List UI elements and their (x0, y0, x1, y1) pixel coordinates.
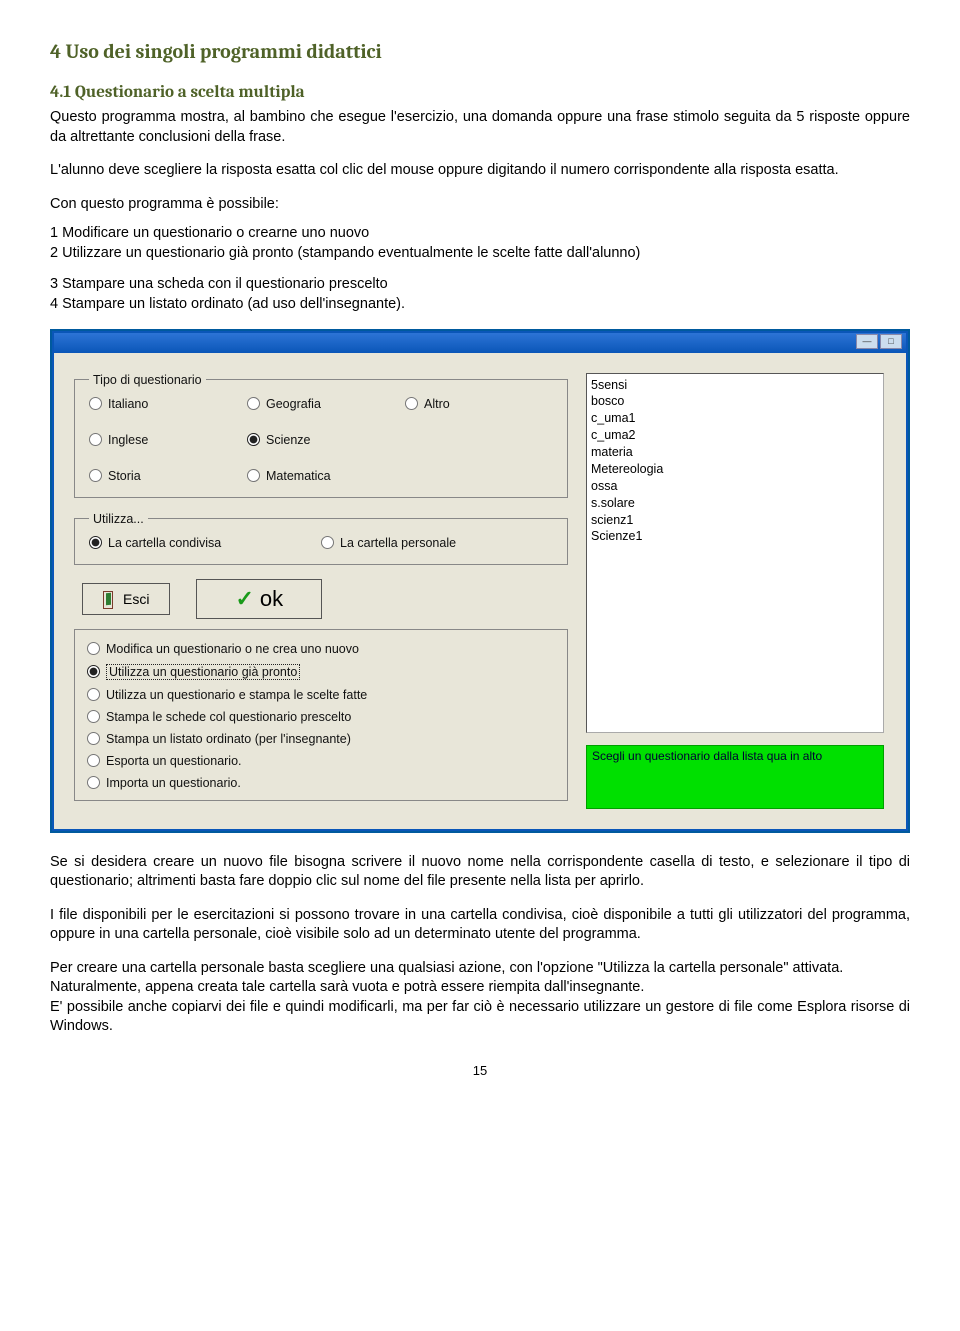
hint-box: Scegli un questionario dalla lista qua i… (586, 745, 884, 809)
page-heading: 4 Uso dei singoli programmi didattici (50, 40, 910, 63)
radio-input[interactable] (87, 732, 100, 745)
radio-label: Esporta un questionario. (106, 754, 242, 768)
window-titlebar: — □ (54, 333, 906, 353)
list-item[interactable]: scienz1 (591, 512, 879, 529)
list-item[interactable]: s.solare (591, 495, 879, 512)
list-item: 2 Utilizzare un questionario già pronto … (50, 244, 910, 264)
radio-label: Matematica (266, 469, 331, 483)
list-item[interactable]: materia (591, 444, 879, 461)
page-number: 15 (50, 1063, 910, 1078)
list-item[interactable]: Scienze1 (591, 528, 879, 545)
radio-label: La cartella condivisa (108, 536, 221, 550)
group-legend: Utilizza... (89, 512, 148, 526)
utilizza-group: Utilizza... La cartella condivisa La car… (74, 512, 568, 565)
radio-action-stampa-listato[interactable]: Stampa un listato ordinato (per l'insegn… (87, 728, 555, 750)
radio-input[interactable] (247, 433, 260, 446)
paragraph: E' possibile anche copiarvi dei file e q… (50, 998, 910, 1037)
radio-label: Importa un questionario. (106, 776, 241, 790)
radio-label: Utilizza un questionario e stampa le sce… (106, 688, 367, 702)
radio-label: Modifica un questionario o ne crea uno n… (106, 642, 359, 656)
radio-label: Stampa le schede col questionario presce… (106, 710, 351, 724)
radio-action-esporta[interactable]: Esporta un questionario. (87, 750, 555, 772)
radio-label: Stampa un listato ordinato (per l'insegn… (106, 732, 351, 746)
list-item[interactable]: c_uma1 (591, 410, 879, 427)
paragraph: Questo programma mostra, al bambino che … (50, 108, 910, 147)
radio-input[interactable] (247, 469, 260, 482)
radio-inglese[interactable]: Inglese (89, 433, 237, 447)
radio-label: Inglese (108, 433, 148, 447)
button-label: Esci (123, 591, 149, 607)
list-item[interactable]: Metereologia (591, 461, 879, 478)
radio-label: Scienze (266, 433, 310, 447)
radio-italiano[interactable]: Italiano (89, 397, 237, 411)
paragraph: I file disponibili per le esercitazioni … (50, 906, 910, 945)
radio-action-modifica[interactable]: Modifica un questionario o ne crea uno n… (87, 638, 555, 660)
radio-action-importa[interactable]: Importa un questionario. (87, 772, 555, 794)
radio-input[interactable] (87, 776, 100, 789)
radio-input[interactable] (247, 397, 260, 410)
radio-label: Geografia (266, 397, 321, 411)
radio-label: Utilizza un questionario già pronto (109, 665, 297, 679)
radio-input[interactable] (89, 433, 102, 446)
esci-button[interactable]: Esci (82, 583, 170, 615)
radio-action-stampa-schede[interactable]: Stampa le schede col questionario presce… (87, 706, 555, 728)
radio-input[interactable] (87, 710, 100, 723)
radio-matematica[interactable]: Matematica (247, 469, 395, 483)
paragraph: Con questo programma è possibile: (50, 195, 910, 215)
group-legend: Tipo di questionario (89, 373, 206, 387)
tipo-questionario-group: Tipo di questionario Italiano Geografia … (74, 373, 568, 498)
list-item[interactable]: bosco (591, 393, 879, 410)
list-item[interactable]: c_uma2 (591, 427, 879, 444)
paragraph: Naturalmente, appena creata tale cartell… (50, 978, 910, 998)
radio-action-utilizza-stampa[interactable]: Utilizza un questionario e stampa le sce… (87, 684, 555, 706)
radio-input[interactable] (87, 665, 100, 678)
radio-label: La cartella personale (340, 536, 456, 550)
radio-cartella-personale[interactable]: La cartella personale (321, 536, 553, 550)
list-item: 4 Stampare un listato ordinato (ad uso d… (50, 295, 910, 315)
radio-storia[interactable]: Storia (89, 469, 237, 483)
hint-text: Scegli un questionario dalla lista qua i… (592, 749, 822, 763)
radio-input[interactable] (89, 469, 102, 482)
paragraph: L'alunno deve scegliere la risposta esat… (50, 161, 910, 181)
list-item[interactable]: 5sensi (591, 377, 879, 394)
radio-geografia[interactable]: Geografia (247, 397, 395, 411)
check-icon: ✓ (235, 588, 253, 610)
file-listbox[interactable]: 5sensiboscoc_uma1c_uma2materiaMetereolog… (586, 373, 884, 733)
paragraph: Se si desidera creare un nuovo file biso… (50, 853, 910, 892)
radio-label: Italiano (108, 397, 148, 411)
radio-cartella-condivisa[interactable]: La cartella condivisa (89, 536, 321, 550)
window-maximize-button[interactable]: □ (880, 334, 902, 349)
list-item: 1 Modificare un questionario o crearne u… (50, 224, 910, 244)
radio-action-utilizza-pronto[interactable]: Utilizza un questionario già pronto (87, 660, 555, 684)
ok-button[interactable]: ✓ ok (196, 579, 322, 619)
radio-input[interactable] (321, 536, 334, 549)
radio-altro[interactable]: Altro (405, 397, 553, 411)
app-window: — □ Tipo di questionario Italiano Geogra… (50, 329, 910, 833)
window-minimize-button[interactable]: — (856, 334, 878, 349)
radio-scienze[interactable]: Scienze (247, 433, 395, 447)
paragraph: Per creare una cartella personale basta … (50, 959, 910, 979)
exit-icon (103, 591, 117, 607)
radio-input[interactable] (87, 642, 100, 655)
actions-group: Modifica un questionario o ne crea uno n… (74, 629, 568, 801)
list-item[interactable]: ossa (591, 478, 879, 495)
radio-input[interactable] (87, 688, 100, 701)
radio-input[interactable] (87, 754, 100, 767)
radio-label: Altro (424, 397, 450, 411)
radio-input[interactable] (89, 536, 102, 549)
section-heading: 4.1 Questionario a scelta multipla (50, 83, 910, 102)
button-label: ok (260, 588, 283, 610)
list-item: 3 Stampare una scheda con il questionari… (50, 275, 910, 295)
radio-label: Storia (108, 469, 141, 483)
radio-input[interactable] (405, 397, 418, 410)
radio-input[interactable] (89, 397, 102, 410)
